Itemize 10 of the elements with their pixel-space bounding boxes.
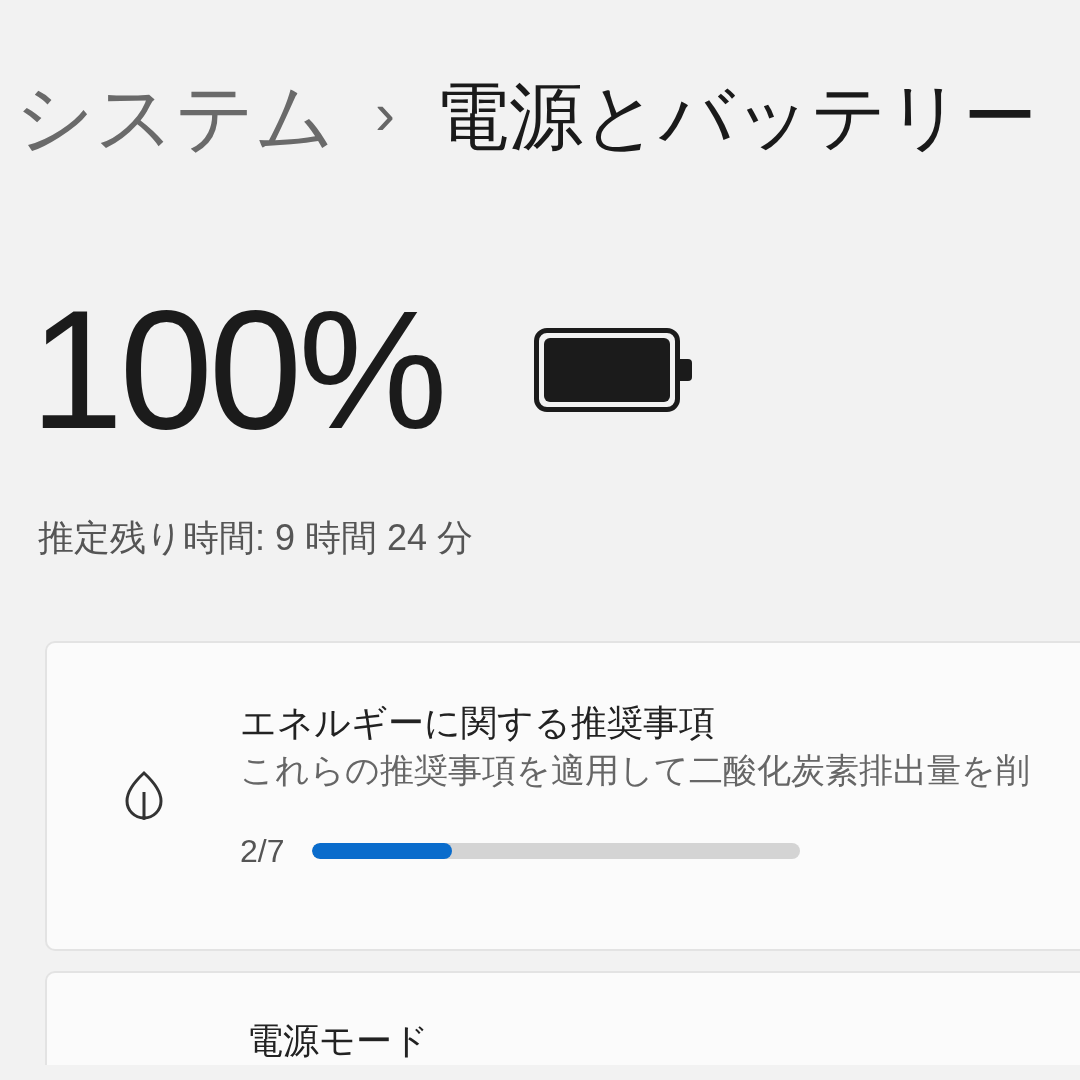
chevron-separator: › [375, 83, 395, 144]
leaf-icon [123, 770, 164, 822]
card-title: 電源モード [247, 1020, 429, 1061]
battery-percentage: 100% [30, 286, 444, 454]
time-remaining: 推定残り時間: 9 時間 24 分 [37, 520, 475, 556]
card-title: エネルギーに関する推奨事項 [240, 705, 716, 741]
page-title: 電源とバッテリー [435, 79, 1037, 154]
card-subtitle: これらの推奨事項を適用して二酸化炭素排出量を削 [240, 753, 1030, 787]
progress-count: 2/7 [240, 835, 285, 867]
breadcrumb-parent[interactable]: システム [15, 77, 335, 156]
